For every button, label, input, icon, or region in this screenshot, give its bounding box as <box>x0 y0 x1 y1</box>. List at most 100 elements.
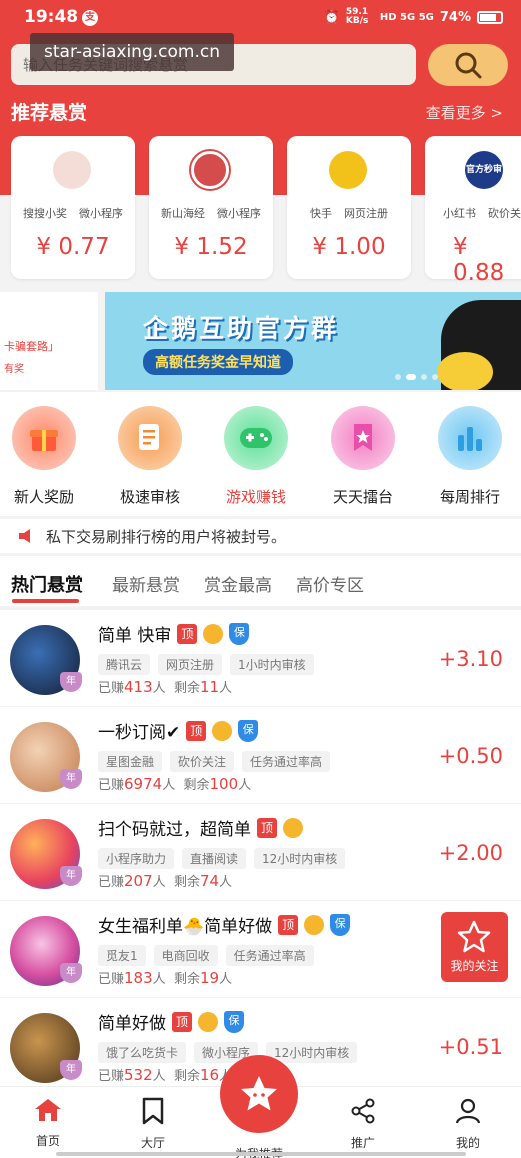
search-button[interactable] <box>428 44 508 86</box>
quick-action-label: 天天擂台 <box>332 488 393 506</box>
task-stats: 已赚183人 剩余19人 <box>98 969 233 987</box>
gamepad-icon <box>224 406 288 470</box>
star-outline-icon <box>457 920 491 953</box>
task-tag: 觅友1 <box>98 945 146 966</box>
quick-action-new-user[interactable]: 新人奖励 <box>4 406 84 507</box>
watermark: star-asiaxing.com.cn <box>30 33 234 71</box>
tab-high-price[interactable]: 高价专区 <box>296 571 364 596</box>
recommend-card[interactable]: 新山海经 微小程序 ¥ 1.52 <box>149 136 273 279</box>
vip-badge: 年 <box>60 769 82 789</box>
document-icon <box>118 406 182 470</box>
task-tag: 任务通过率高 <box>242 751 331 772</box>
task-title-row: 简单好做顶 保 <box>98 1009 244 1034</box>
quick-action-fast-review[interactable]: 极速审核 <box>110 406 190 507</box>
nav-label: 我的 <box>455 1136 480 1150</box>
quick-action-arena[interactable]: 天天擂台 <box>323 406 403 507</box>
see-more-link[interactable]: 查看更多 > <box>426 102 503 123</box>
vip-badge: 年 <box>60 1060 82 1080</box>
card-tag: 快手 <box>310 207 332 220</box>
notice-bar[interactable]: 私下交易刷排行榜的用户将被封号。 <box>0 519 521 553</box>
gift-icon <box>12 406 76 470</box>
nav-home[interactable]: 首页 <box>8 1097 88 1149</box>
recommend-card[interactable]: 官方秒审 小红书 砍价关 ¥ 0.88 <box>425 136 521 286</box>
active-tab-indicator <box>12 599 79 603</box>
card-tag: 新山海经 <box>161 207 205 220</box>
nav-hall[interactable]: 大厅 <box>113 1097 193 1151</box>
coin-badge-icon <box>283 817 303 838</box>
battery-icon <box>477 10 503 24</box>
follow-label: 我的关注 <box>450 959 499 973</box>
network-speed: 59.1 KB/s <box>345 7 369 26</box>
task-tags: 星图金融 砍价关注 任务通过率高 <box>98 751 331 772</box>
remain-count: 11 <box>199 678 220 696</box>
card-tag: 小红书 <box>443 207 476 220</box>
task-tag: 网页注册 <box>158 654 223 675</box>
card-tag: 搜搜小奖 <box>23 207 67 220</box>
remain-count: 74 <box>199 872 220 890</box>
quick-action-game[interactable]: 游戏赚钱 <box>216 406 296 507</box>
task-row[interactable]: 年 一秒订阅✔ 顶保 星图金融 砍价关注 任务通过率高 已赚6974人 剩余100人 … <box>0 707 521 803</box>
task-title-row: 简单 快审顶 保 <box>98 621 250 646</box>
task-title-row: 一秒订阅✔ 顶 保 <box>98 718 259 743</box>
task-reward: +0.51 <box>438 1035 503 1059</box>
tab-latest[interactable]: 最新悬赏 <box>112 571 180 596</box>
nav-label: 推广 <box>350 1136 375 1150</box>
task-tag: 1小时内审核 <box>230 654 314 675</box>
notice-text: 私下交易刷排行榜的用户将被封号。 <box>46 528 287 546</box>
earned-count: 183 <box>124 969 153 987</box>
task-tag: 12小时内审核 <box>254 848 346 869</box>
tab-highest-reward[interactable]: 赏金最高 <box>204 571 272 596</box>
quick-action-label: 游戏赚钱 <box>225 488 286 506</box>
guarantee-badge: 保 <box>238 719 259 742</box>
task-tags: 小程序助力 直播阅读 12小时内审核 <box>98 848 346 869</box>
star-icon <box>241 1076 277 1111</box>
task-title-row: 女生福利单🐣简单好做顶 保 <box>98 912 351 937</box>
guarantee-badge: 保 <box>224 1010 244 1033</box>
bottom-nav: 首页 大厅 为我推荐 推广 我的 <box>0 1055 521 1158</box>
task-row[interactable]: 年 扫个码就过，超简单顶 小程序助力 直播阅读 12小时内审核 已赚207人 剩余7… <box>0 804 521 900</box>
home-icon <box>35 1099 61 1121</box>
banner-previous-slide[interactable]: 卡骗套路」 有奖 <box>0 292 98 390</box>
task-reward: +3.10 <box>438 647 503 671</box>
banner-title: 企鹅互助官方群 <box>143 314 340 343</box>
task-tags: 饿了么吃货卡 微小程序 12小时内审核 <box>98 1042 358 1063</box>
recommend-fab[interactable] <box>220 1055 298 1133</box>
tab-hot[interactable]: 热门悬赏 <box>11 571 83 597</box>
card-tag: 砍价关 <box>488 207 521 220</box>
recommend-cards: 搜搜小奖 微小程序 ¥ 0.77 新山海经 微小程序 ¥ 1.52 快手 网页注册 ¥… <box>11 136 521 286</box>
recommend-card[interactable]: 搜搜小奖 微小程序 ¥ 0.77 <box>11 136 135 279</box>
card-avatar <box>191 151 229 189</box>
nav-mine[interactable]: 我的 <box>428 1097 508 1151</box>
coin-badge-icon <box>203 623 224 644</box>
card-price: ¥ 1.52 <box>174 234 248 260</box>
earned-count: 6974 <box>124 775 163 793</box>
banner-prev-text: 卡骗套路」 <box>4 340 59 353</box>
task-tag: 星图金融 <box>98 751 163 772</box>
top-badge: 顶 <box>177 623 198 644</box>
card-price: ¥ 0.88 <box>453 234 505 286</box>
status-time: 19:48 <box>24 7 79 27</box>
bookmark-icon <box>142 1097 164 1125</box>
recommend-card[interactable]: 快手 网页注册 ¥ 1.00 <box>287 136 411 279</box>
share-icon <box>351 1098 375 1124</box>
guarantee-badge: 保 <box>229 622 250 645</box>
nav-promote[interactable]: 推广 <box>323 1097 403 1151</box>
user-icon <box>455 1098 481 1124</box>
earned-count: 413 <box>124 678 153 696</box>
quick-action-weekly-rank[interactable]: 每周排行 <box>430 406 510 507</box>
carousel-dots <box>395 374 438 380</box>
my-follow-button[interactable]: 我的关注 <box>441 912 508 982</box>
card-avatar <box>53 151 91 189</box>
task-tag: 直播阅读 <box>182 848 247 869</box>
home-indicator[interactable] <box>56 1152 466 1156</box>
flag-icon <box>331 406 395 470</box>
quick-action-label: 极速审核 <box>119 488 180 506</box>
status-bar: 19:48 支 ⏰ 59.1 KB/s HD 5G 5G 74% <box>0 0 521 36</box>
coin-badge-icon <box>198 1011 218 1032</box>
promo-banner[interactable]: 企鹅互助官方群 高额任务奖金早知道 <box>105 292 521 390</box>
status-right: ⏰ 59.1 KB/s HD 5G 5G 74% <box>324 8 503 26</box>
nav-label: 首页 <box>35 1134 60 1148</box>
task-title: 一秒订阅✔ <box>98 723 181 743</box>
task-row[interactable]: 年 简单 快审顶 保 腾讯云 网页注册 1小时内审核 已赚413人 剩余11人 +3.… <box>0 610 521 706</box>
remain-count: 16 <box>199 1066 220 1084</box>
